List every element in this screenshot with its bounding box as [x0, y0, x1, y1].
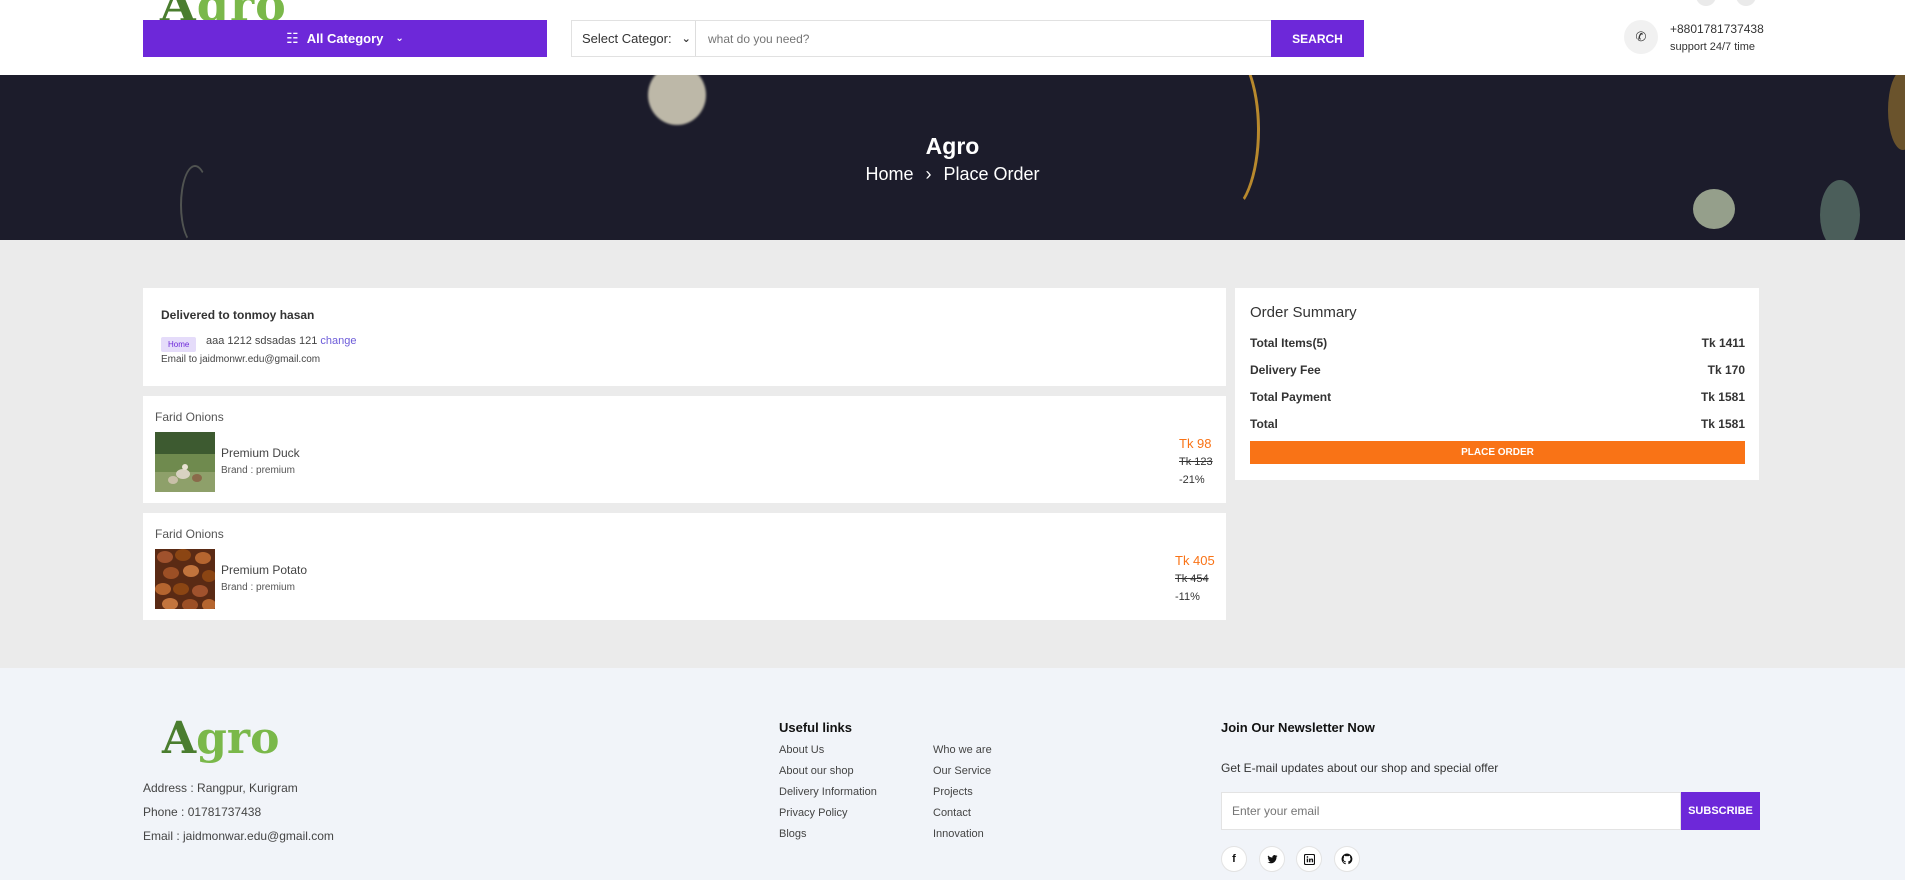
newsletter-email-input[interactable] — [1221, 792, 1681, 830]
product-discount: -11% — [1175, 591, 1200, 603]
summary-row: Total Tk 1581 — [1250, 417, 1745, 431]
footer-logo[interactable]: Agro — [162, 713, 279, 764]
support-text: support 24/7 time — [1670, 41, 1755, 53]
summary-label: Delivery Fee — [1250, 363, 1321, 377]
phone-icon: ✆ — [1624, 20, 1658, 54]
top-icon-button[interactable] — [1696, 0, 1716, 6]
order-item: Farid Onions Premium Duck Brand : premiu… — [143, 396, 1226, 503]
address-badge: Home — [161, 337, 197, 352]
footer-link[interactable]: Projects — [933, 786, 973, 798]
search-button[interactable]: SEARCH — [1271, 20, 1364, 57]
breadcrumb-separator: › — [925, 164, 932, 184]
summary-value: Tk 1581 — [1700, 417, 1745, 431]
breadcrumb: Home › Place Order — [0, 164, 1905, 185]
product-image[interactable] — [155, 549, 215, 609]
summary-value: Tk 1411 — [1701, 336, 1745, 350]
footer-link[interactable]: Our Service — [933, 765, 991, 777]
delivery-email: Email to jaidmonwr.edu@gmail.com — [161, 354, 321, 365]
page-banner: Agro Home › Place Order — [0, 75, 1905, 240]
footer-link[interactable]: About our shop — [779, 765, 854, 777]
footer-link[interactable]: Delivery Information — [779, 786, 877, 798]
footer-link[interactable]: About Us — [779, 744, 824, 756]
summary-label: Total Items(5) — [1250, 336, 1328, 350]
product-old-price: Tk 123 — [1179, 456, 1213, 468]
search-input[interactable] — [696, 21, 1271, 56]
site-footer: Agro Address : Rangpur, Kurigram Phone :… — [0, 668, 1905, 880]
product-name[interactable]: Premium Potato — [221, 563, 307, 577]
summary-value: Tk 170 — [1707, 363, 1745, 377]
category-select-value: Select Categor: — [582, 31, 672, 46]
breadcrumb-home[interactable]: Home — [865, 164, 913, 184]
summary-row: Total Payment Tk 1581 — [1250, 390, 1745, 404]
all-category-label: All Category — [306, 31, 384, 46]
product-old-price: Tk 454 — [1175, 573, 1209, 585]
product-name[interactable]: Premium Duck — [221, 446, 300, 460]
address-text: aaa 1212 sdsadas 121 — [206, 335, 318, 347]
product-price: Tk 405 — [1175, 553, 1215, 568]
breadcrumb-current: Place Order — [943, 164, 1040, 184]
product-image[interactable] — [155, 432, 215, 492]
footer-phone: Phone : 01781737438 — [143, 805, 262, 819]
twitter-icon[interactable] — [1259, 846, 1285, 872]
footer-link[interactable]: Contact — [933, 807, 971, 819]
order-summary-card: Order Summary Total Items(5) Tk 1411 Del… — [1235, 288, 1759, 480]
product-price: Tk 98 — [1179, 436, 1212, 451]
summary-value: Tk 1581 — [1700, 390, 1745, 404]
all-category-button[interactable]: ☷ All Category ⌄ — [143, 20, 547, 57]
site-header: Agro ☷ All Category ⌄ Select Categor: ⌄ … — [0, 0, 1905, 75]
newsletter-title: Join Our Newsletter Now — [1221, 720, 1375, 735]
shop-name: Farid Onions — [155, 527, 224, 541]
linkedin-icon[interactable] — [1296, 846, 1322, 872]
product-brand: Brand : premium — [221, 582, 295, 593]
top-icon-button[interactable] — [1736, 0, 1756, 6]
delivery-address: aaa 1212 sdsadas 121 change — [206, 335, 356, 347]
summary-label: Total Payment — [1250, 390, 1332, 404]
change-address-link[interactable]: change — [320, 335, 356, 347]
footer-link[interactable]: Innovation — [933, 828, 984, 840]
github-icon[interactable] — [1334, 846, 1360, 872]
facebook-icon[interactable]: f — [1221, 846, 1247, 872]
chevron-down-icon: ⌄ — [681, 33, 691, 45]
footer-email: Email : jaidmonwar.edu@gmail.com — [143, 829, 334, 843]
footer-address: Address : Rangpur, Kurigram — [143, 781, 298, 795]
delivery-card: Delivered to tonmoy hasan Home aaa 1212 … — [143, 288, 1226, 386]
product-brand: Brand : premium — [221, 465, 295, 476]
footer-link[interactable]: Privacy Policy — [779, 807, 847, 819]
place-order-button[interactable]: PLACE ORDER — [1250, 441, 1745, 464]
search-bar: Select Categor: ⌄ SEARCH — [571, 20, 1364, 57]
footer-link[interactable]: Blogs — [779, 828, 807, 840]
summary-label: Total — [1250, 417, 1278, 431]
order-item: Farid Onions Premium Potato Brand : prem… — [143, 513, 1226, 620]
phone-number: +8801781737438 — [1670, 22, 1764, 36]
order-summary-title: Order Summary — [1250, 304, 1357, 321]
chevron-down-icon: ⌄ — [395, 33, 404, 44]
useful-links-title: Useful links — [779, 720, 852, 735]
product-discount: -21% — [1179, 474, 1205, 486]
newsletter-subtitle: Get E-mail updates about our shop and sp… — [1221, 761, 1499, 775]
banner-title: Agro — [925, 133, 980, 159]
summary-row: Delivery Fee Tk 170 — [1250, 363, 1745, 377]
summary-row: Total Items(5) Tk 1411 — [1250, 336, 1745, 350]
delivery-title: Delivered to tonmoy hasan — [161, 308, 315, 322]
list-icon: ☷ — [286, 30, 299, 46]
shop-name: Farid Onions — [155, 410, 224, 424]
category-select[interactable]: Select Categor: ⌄ — [572, 21, 696, 56]
subscribe-button[interactable]: SUBSCRIBE — [1681, 792, 1760, 830]
footer-link[interactable]: Who we are — [933, 744, 992, 756]
